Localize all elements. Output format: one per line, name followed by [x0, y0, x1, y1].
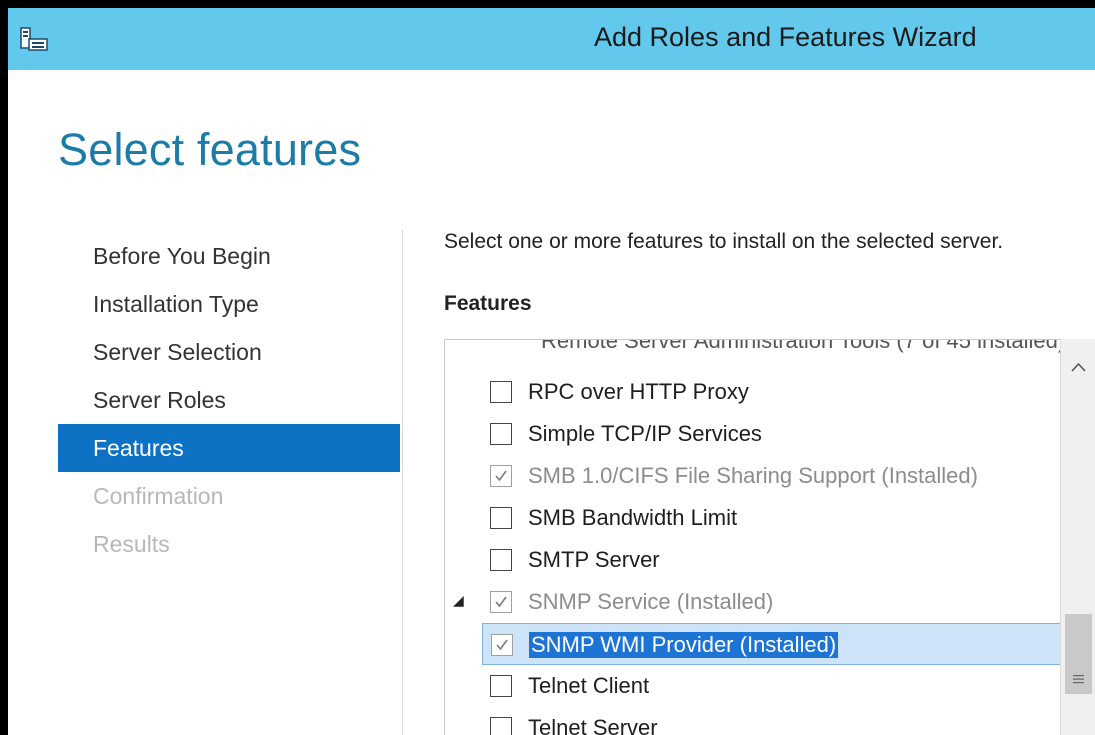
wizard-nav: Before You Begin Installation Type Server … [58, 232, 400, 568]
feature-label: SMB 1.0/CIFS File Sharing Support (Insta… [528, 463, 978, 488]
feature-checkbox[interactable] [490, 549, 512, 571]
feature-label: SNMP WMI Provider (Installed) [529, 632, 839, 658]
feature-checkbox[interactable] [490, 381, 512, 403]
feature-row[interactable]: SMB Bandwidth Limit [445, 497, 1061, 539]
feature-checkbox [491, 634, 513, 656]
feature-row[interactable]: Telnet Server [445, 707, 1061, 735]
instructions-text: Select one or more features to install o… [444, 230, 1004, 253]
checkmark-icon [495, 470, 507, 482]
server-manager-icon [20, 27, 48, 51]
nav-divider [402, 230, 403, 735]
partial-row-label: Remote Server Administration Tools (7 of… [541, 340, 1061, 353]
feature-label: SNMP Service (Installed) [528, 589, 774, 614]
feature-checkbox[interactable] [490, 675, 512, 697]
nav-item-features[interactable]: Features [58, 424, 400, 472]
feature-checkbox[interactable] [490, 717, 512, 735]
feature-row[interactable]: ◢ SNMP Service (Installed) [445, 581, 1061, 623]
feature-row[interactable]: SMTP Server [445, 539, 1061, 581]
nav-item-server-roles[interactable]: Server Roles [58, 376, 400, 424]
feature-row[interactable]: Simple TCP/IP Services [445, 413, 1061, 455]
tree-scrollbar[interactable] [1060, 339, 1095, 735]
nav-item-installation-type[interactable]: Installation Type [58, 280, 400, 328]
checkmark-icon [495, 596, 507, 608]
feature-checkbox[interactable] [490, 507, 512, 529]
feature-row[interactable]: SMB 1.0/CIFS File Sharing Support (Insta… [445, 455, 1061, 497]
nav-item-server-selection[interactable]: Server Selection [58, 328, 400, 376]
scroll-thumb[interactable] [1065, 613, 1092, 694]
feature-label: Simple TCP/IP Services [528, 421, 762, 446]
title-bar: Add Roles and Features Wizard [8, 8, 1095, 70]
feature-row[interactable]: SNMP WMI Provider (Installed) [482, 623, 1061, 665]
checkmark-icon [496, 639, 508, 651]
nav-item-before-you-begin[interactable]: Before You Begin [58, 232, 400, 280]
window-title: Add Roles and Features Wizard [594, 22, 977, 52]
feature-checkbox[interactable] [490, 423, 512, 445]
feature-row[interactable]: RPC over HTTP Proxy [445, 371, 1061, 413]
feature-label: SMTP Server [528, 547, 660, 572]
scroll-up-arrow-icon[interactable] [1061, 351, 1095, 381]
feature-label: Telnet Client [528, 673, 650, 698]
feature-row[interactable]: Telnet Client [445, 665, 1061, 707]
feature-checkbox [490, 591, 512, 613]
feature-label: Telnet Server [528, 715, 658, 735]
features-heading: Features [444, 292, 532, 315]
features-tree[interactable]: Remote Server Administration Tools (7 of… [444, 339, 1095, 735]
feature-label: SMB Bandwidth Limit [528, 505, 738, 530]
nav-item-confirmation: Confirmation [93, 483, 224, 509]
nav-item-results: Results [93, 531, 170, 557]
feature-checkbox [490, 465, 512, 487]
wizard-window: Add Roles and Features Wizard Select fea… [8, 8, 1095, 735]
feature-label: RPC over HTTP Proxy [528, 379, 749, 404]
page-title: Select features [58, 124, 362, 175]
grip-icon [1073, 674, 1084, 684]
expand-collapse-icon[interactable]: ◢ [453, 592, 464, 609]
partial-tree-row[interactable]: Remote Server Administration Tools (7 of… [445, 340, 1061, 362]
